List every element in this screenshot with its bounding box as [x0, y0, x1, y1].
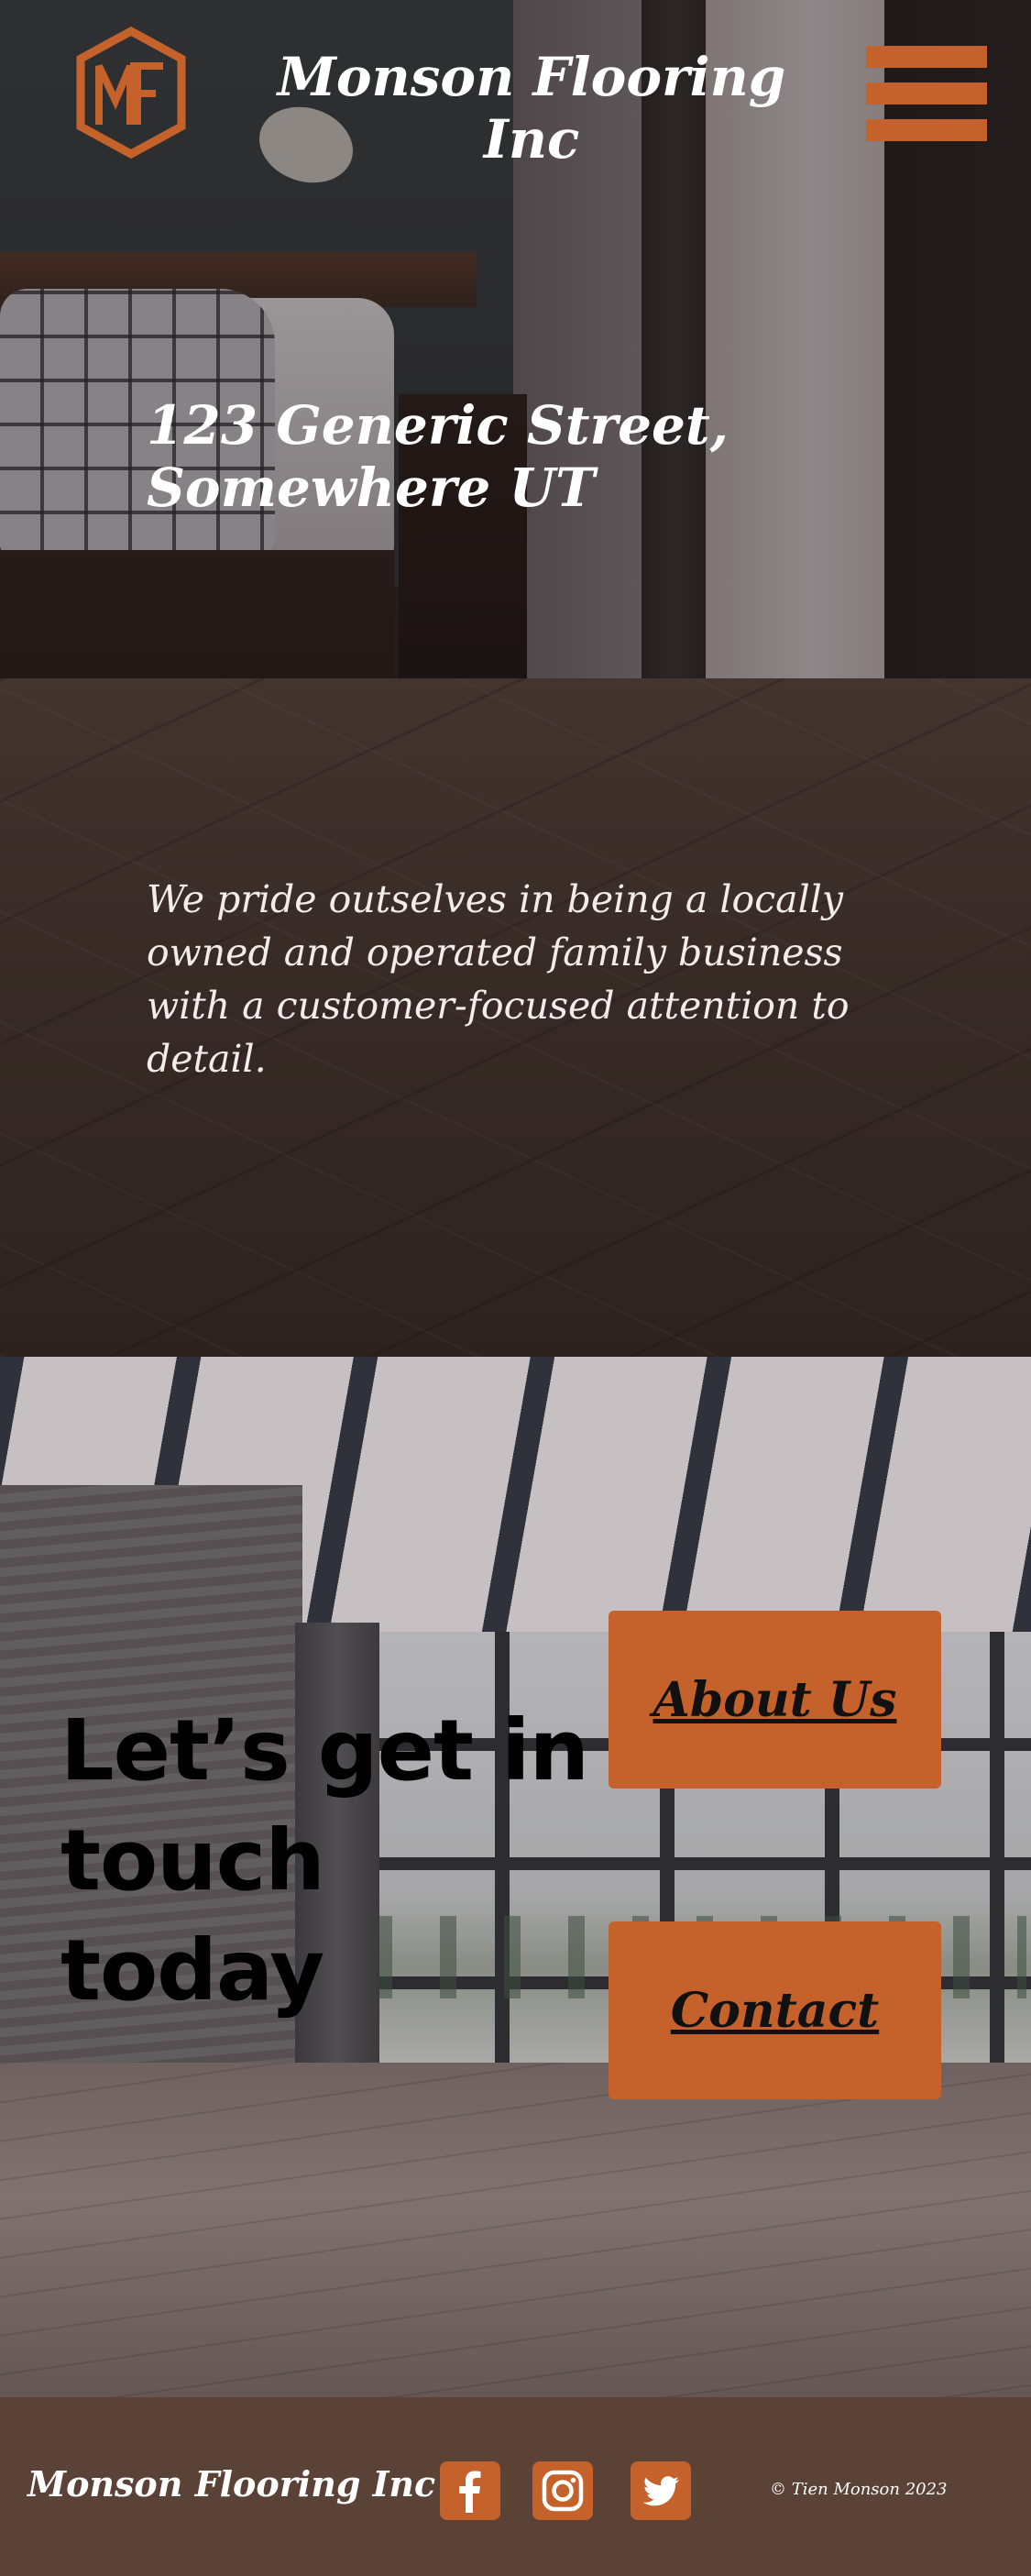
- hero-section: Monson Flooring Inc 123 Generic Street, …: [0, 0, 1031, 1357]
- copyright-text: © Tien Monson 2023: [770, 2480, 948, 2499]
- instagram-icon[interactable]: [532, 2461, 593, 2520]
- menu-bar: [866, 119, 987, 141]
- site-title: Monson Flooring Inc: [277, 46, 786, 171]
- footer-brand: Monson Flooring Inc: [27, 2463, 436, 2504]
- footer: Monson Flooring Inc © Tien Monson 2023: [0, 2397, 1031, 2576]
- contact-section: Let’s get in touch today About Us Contac…: [0, 1357, 1031, 2397]
- menu-bar: [866, 46, 987, 68]
- contact-button[interactable]: Contact: [609, 1921, 941, 2099]
- menu-bar: [866, 83, 987, 105]
- facebook-icon[interactable]: [440, 2461, 500, 2520]
- twitter-icon[interactable]: [631, 2461, 691, 2520]
- logo-icon[interactable]: [71, 26, 191, 160]
- business-address: 123 Generic Street, Somewhere UT: [147, 394, 729, 519]
- about-us-button[interactable]: About Us: [609, 1611, 941, 1789]
- contact-heading: Let’s get in touch today: [60, 1701, 589, 2020]
- hero-overlay: [0, 0, 1031, 1357]
- hamburger-menu-icon[interactable]: [866, 46, 987, 141]
- business-tagline: We pride outselves in being a locally ow…: [147, 877, 850, 1081]
